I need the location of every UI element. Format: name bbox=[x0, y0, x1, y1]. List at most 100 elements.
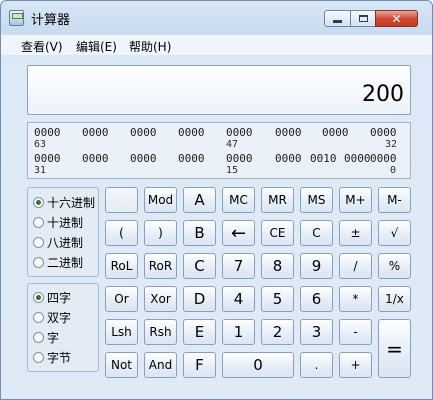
digit-8-key[interactable]: 8 bbox=[261, 253, 294, 279]
add-key[interactable]: + bbox=[339, 352, 372, 378]
radio-button[interactable] bbox=[33, 236, 44, 248]
digit-5-key[interactable]: 5 bbox=[261, 286, 294, 312]
bit-group[interactable]: 0000 bbox=[130, 152, 157, 165]
subtract-key[interactable]: - bbox=[339, 319, 372, 345]
m-plus-key[interactable]: M+ bbox=[339, 187, 372, 213]
ror-key[interactable]: RoR bbox=[144, 253, 177, 279]
negate-key[interactable]: ± bbox=[339, 220, 372, 246]
bit-group[interactable]: 0000 bbox=[178, 152, 205, 165]
digit-3-key[interactable]: 3 bbox=[300, 319, 333, 345]
radio-button[interactable] bbox=[33, 216, 44, 228]
radio-button[interactable] bbox=[33, 331, 44, 343]
ms-key[interactable]: MS bbox=[300, 187, 333, 213]
radio-label: 双字 bbox=[47, 310, 72, 325]
equals-key[interactable]: = bbox=[378, 319, 411, 378]
radio-word[interactable]: 字 bbox=[33, 329, 59, 345]
bit-group[interactable]: 0000 bbox=[34, 152, 61, 165]
digit-9-key[interactable]: 9 bbox=[300, 253, 333, 279]
digit-7-key[interactable]: 7 bbox=[222, 253, 255, 279]
calculator-app-icon bbox=[9, 10, 24, 26]
mr-key[interactable]: MR bbox=[261, 187, 294, 213]
radio-oct[interactable]: 八进制 bbox=[33, 234, 83, 250]
radio-bin[interactable]: 二进制 bbox=[33, 254, 83, 270]
radio-qword[interactable]: 四字 bbox=[33, 289, 71, 305]
bit-group[interactable]: 0000 bbox=[178, 126, 205, 139]
close-button[interactable]: ✕ bbox=[375, 10, 418, 27]
menu-bar: 查看(V) 编辑(E) 帮助(H) bbox=[1, 35, 432, 55]
radio-button[interactable] bbox=[33, 256, 44, 268]
radio-label: 二进制 bbox=[47, 255, 84, 270]
bit-group[interactable]: 0000 bbox=[82, 152, 109, 165]
bit-group[interactable]: 0000 bbox=[370, 152, 397, 165]
radio-label: 字 bbox=[47, 330, 60, 345]
minimize-button[interactable] bbox=[324, 10, 351, 27]
clear-key[interactable]: C bbox=[300, 220, 333, 246]
radio-label: 十进制 bbox=[47, 215, 84, 230]
bit-group[interactable]: 0000 bbox=[34, 126, 61, 139]
multiply-key[interactable]: * bbox=[339, 286, 372, 312]
hex-d-key[interactable]: D bbox=[183, 286, 216, 312]
rsh-key[interactable]: Rsh bbox=[144, 319, 177, 345]
calculator-window: 计算器 ✕ 查看(V) 编辑(E) 帮助(H) 200 0000 0000 00… bbox=[0, 0, 433, 400]
not-key[interactable]: Not bbox=[105, 352, 138, 378]
decimal-key[interactable]: . bbox=[300, 352, 333, 378]
or-key[interactable]: Or bbox=[105, 286, 138, 312]
hex-a-key[interactable]: A bbox=[183, 187, 216, 213]
bit-group[interactable]: 0000 bbox=[370, 126, 397, 139]
radio-dword[interactable]: 双字 bbox=[33, 309, 71, 325]
display-value: 200 bbox=[362, 82, 404, 107]
open-paren-key[interactable]: ( bbox=[105, 220, 138, 246]
xor-key[interactable]: Xor bbox=[144, 286, 177, 312]
digit-6-key[interactable]: 6 bbox=[300, 286, 333, 312]
digit-2-key[interactable]: 2 bbox=[261, 319, 294, 345]
title-bar[interactable]: 计算器 ✕ bbox=[1, 1, 432, 33]
maximize-icon bbox=[358, 15, 368, 22]
bit-index: 32 bbox=[385, 139, 398, 150]
mod-key[interactable]: Mod bbox=[144, 187, 177, 213]
bit-group[interactable]: 0000 bbox=[275, 152, 302, 165]
bit-index: 31 bbox=[34, 165, 47, 176]
ce-key[interactable]: CE bbox=[261, 220, 294, 246]
digit-0-key[interactable]: 0 bbox=[222, 352, 294, 378]
menu-view[interactable]: 查看(V) bbox=[21, 38, 63, 55]
radio-button[interactable] bbox=[33, 291, 44, 303]
rol-key[interactable]: RoL bbox=[105, 253, 138, 279]
mc-key[interactable]: MC bbox=[222, 187, 255, 213]
radio-label: 十六进制 bbox=[47, 195, 96, 210]
backspace-key[interactable]: ← bbox=[222, 220, 255, 246]
radio-dec[interactable]: 十进制 bbox=[33, 214, 83, 230]
close-icon: ✕ bbox=[391, 11, 402, 26]
hex-e-key[interactable]: E bbox=[183, 319, 216, 345]
bit-group[interactable]: 0000 bbox=[130, 126, 157, 139]
hex-f-key[interactable]: F bbox=[183, 352, 216, 378]
menu-edit[interactable]: 编辑(E) bbox=[76, 38, 117, 55]
and-key[interactable]: And bbox=[144, 352, 177, 378]
bit-group[interactable]: 0000 bbox=[226, 152, 253, 165]
hex-b-key[interactable]: B bbox=[183, 220, 216, 246]
radio-button[interactable] bbox=[33, 311, 44, 323]
digit-4-key[interactable]: 4 bbox=[222, 286, 255, 312]
divide-key[interactable]: / bbox=[339, 253, 372, 279]
maximize-button[interactable] bbox=[350, 10, 376, 27]
sqrt-key[interactable]: √ bbox=[378, 220, 411, 246]
bit-group[interactable]: 0000 bbox=[344, 152, 371, 165]
radio-byte[interactable]: 字节 bbox=[33, 349, 71, 365]
close-paren-key[interactable]: ) bbox=[144, 220, 177, 246]
bit-group[interactable]: 0000 bbox=[275, 126, 302, 139]
reciprocal-key[interactable]: 1/x bbox=[378, 286, 411, 312]
hex-c-key[interactable]: C bbox=[183, 253, 216, 279]
menu-help[interactable]: 帮助(H) bbox=[129, 38, 171, 55]
bit-group[interactable]: 0000 bbox=[322, 126, 349, 139]
m-minus-key[interactable]: M- bbox=[378, 187, 411, 213]
lsh-key[interactable]: Lsh bbox=[105, 319, 138, 345]
percent-key[interactable]: % bbox=[378, 253, 411, 279]
bit-group[interactable]: 0010 bbox=[310, 152, 337, 165]
radio-button[interactable] bbox=[33, 196, 44, 208]
digit-1-key[interactable]: 1 bbox=[222, 319, 255, 345]
result-display: 200 bbox=[27, 65, 411, 115]
radio-button[interactable] bbox=[33, 351, 44, 363]
radio-hex[interactable]: 十六进制 bbox=[33, 194, 95, 210]
bit-group[interactable]: 0000 bbox=[82, 126, 109, 139]
window-title: 计算器 bbox=[31, 13, 71, 28]
bit-group[interactable]: 0000 bbox=[226, 126, 253, 139]
